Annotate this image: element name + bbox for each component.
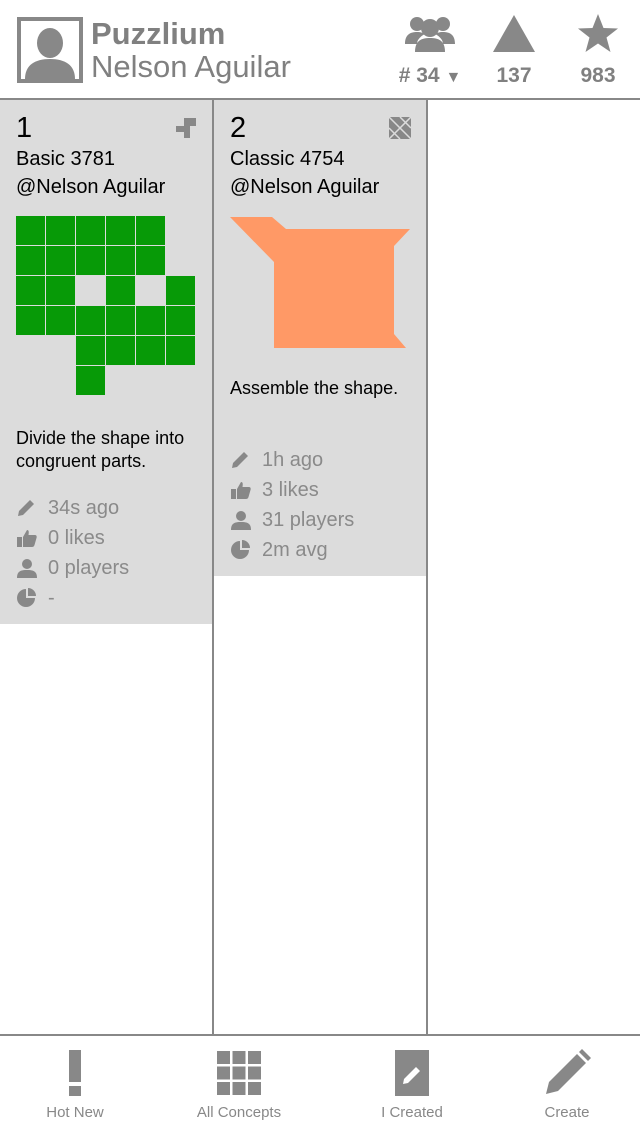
nav-label: All Concepts [196, 1104, 282, 1121]
grid-cell [46, 246, 75, 275]
grid-cell [106, 276, 135, 305]
column-divider [212, 100, 214, 1036]
grid-cell [46, 276, 75, 305]
puzzle-author: @Nelson Aguilar [230, 176, 380, 198]
stars-value: 983 [580, 64, 616, 87]
avatar[interactable] [17, 17, 83, 83]
exclamation-icon [69, 1050, 81, 1096]
triangles-value: 137 [496, 64, 532, 87]
puzzle-author: @Nelson Aguilar [16, 176, 166, 198]
person-icon [231, 511, 251, 530]
puzzle-preview-shape [230, 217, 410, 348]
pencil-icon [18, 500, 34, 516]
nav-i-created[interactable]: I Created [332, 1036, 492, 1136]
grid-cell [106, 216, 135, 245]
nav-create[interactable]: Create [487, 1036, 640, 1136]
bottom-navigation: Hot New All Concepts I Created Create [0, 1034, 640, 1136]
grid-cell [16, 276, 45, 305]
grid-cell [166, 336, 195, 365]
puzzle-title: Basic 3781 [16, 148, 115, 170]
grid-cell [166, 276, 195, 305]
puzzle-card-1[interactable]: 1 Basic 3781 @Nelson Aguilar Divide the … [0, 100, 212, 624]
puzzle-title: Classic 4754 [230, 148, 345, 170]
grid-cell [106, 246, 135, 275]
app-title: Puzzlium [91, 16, 226, 51]
puzzle-description: Divide the shape into congruent parts. [16, 428, 185, 471]
grid-cell [106, 336, 135, 365]
nav-label: Hot New [46, 1104, 104, 1121]
grid-cell [136, 306, 165, 335]
pencil-icon [546, 1049, 591, 1094]
group-icon [405, 17, 455, 52]
person-icon [17, 559, 37, 578]
user-name: Nelson Aguilar [91, 49, 291, 84]
column-divider [426, 100, 428, 1036]
grid-cell [76, 246, 105, 275]
grid-cell [136, 246, 165, 275]
grid-cell [76, 306, 105, 335]
top-header: Puzzlium Nelson Aguilar # 34 ▼ 137 983 [0, 0, 640, 100]
puzzle-card-2[interactable]: 2 Classic 4754 @Nelson Aguilar Assemble … [214, 100, 426, 576]
thumbs-up-icon [17, 530, 37, 547]
nav-label: Create [544, 1104, 590, 1121]
grid-cell [166, 306, 195, 335]
grid-cell [76, 216, 105, 245]
rank-stat[interactable]: # 34 ▼ [390, 12, 470, 87]
grid-cell [136, 216, 165, 245]
grid-cell [46, 216, 75, 245]
stars-stat[interactable]: 983 [558, 12, 638, 87]
grid-cell [16, 306, 45, 335]
puzzle-number: 2 [230, 112, 247, 144]
nav-label: I Created [381, 1104, 443, 1121]
grid-cell [136, 336, 165, 365]
grid-cell [106, 306, 135, 335]
rank-value: # 34 ▼ [398, 64, 462, 87]
user-silhouette-icon [21, 21, 79, 79]
tetromino-icon [176, 118, 196, 138]
triangles-stat[interactable]: 137 [474, 12, 554, 87]
puzzle-number: 1 [16, 112, 33, 144]
grid-cell [76, 336, 105, 365]
nav-all-concepts[interactable]: All Concepts [159, 1036, 319, 1136]
triangle-icon [493, 15, 535, 52]
puzzle-description: Assemble the shape. [230, 378, 399, 398]
nav-hot-new[interactable]: Hot New [0, 1036, 155, 1136]
pencil-icon [232, 452, 248, 468]
dropdown-arrow-icon: ▼ [445, 69, 462, 86]
star-icon [578, 14, 618, 52]
tangram-icon [388, 116, 412, 140]
document-edit-icon [395, 1050, 429, 1096]
thumbs-up-icon [231, 482, 251, 499]
grid-cell [16, 246, 45, 275]
pie-chart-icon [231, 540, 250, 559]
grid-icon [217, 1051, 261, 1095]
grid-cell [76, 366, 105, 395]
pie-chart-icon [17, 588, 36, 607]
grid-cell [46, 306, 75, 335]
grid-cell [16, 216, 45, 245]
